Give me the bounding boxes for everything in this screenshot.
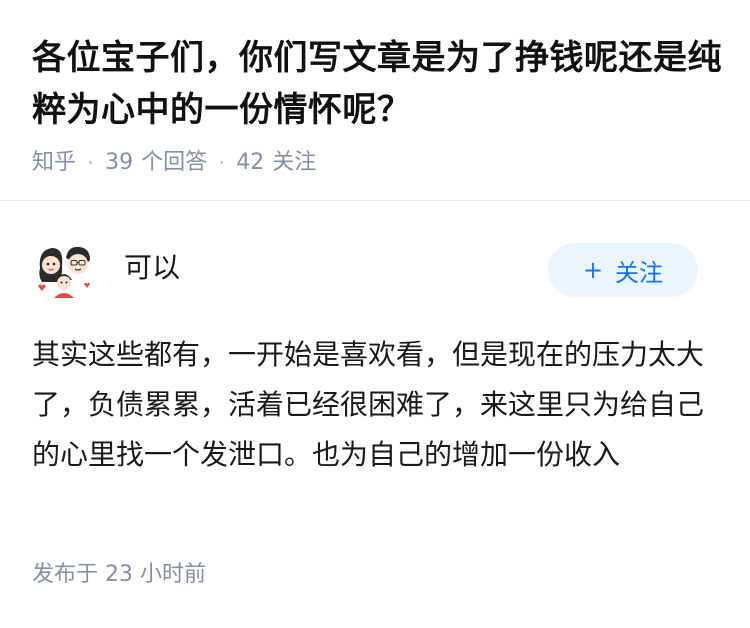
section-divider [0,200,750,201]
plus-icon: + [582,256,604,284]
meta-separator: · [88,153,94,172]
question-meta: 知乎 · 39 个回答 · 42 关注 [32,148,722,178]
answer-count: 39 [105,150,134,175]
avatar[interactable] [32,238,96,302]
question-title[interactable]: 各位宝子们，你们写文章是为了挣钱呢还是纯粹为心中的一份情怀呢？ [32,32,722,136]
source-label[interactable]: 知乎 [32,148,76,178]
cartoon-family-avatar-icon [32,238,96,302]
follow-button-label: 关注 [615,258,664,287]
author-name[interactable]: 可以 [124,248,180,288]
answer-author: 可以 + 关注 [32,238,698,302]
follow-button[interactable]: + 关注 [548,243,698,297]
answer-count-label: 个回答 [141,150,208,175]
follower-count: 42 [236,150,265,175]
publish-prefix: 发布于 [32,562,99,587]
answer-publish-time: 发布于 23 小时前 [32,560,206,590]
follower-count-label: 关注 [272,150,317,175]
meta-separator: · [219,153,225,172]
question-header: 各位宝子们，你们写文章是为了挣钱呢还是纯粹为心中的一份情怀呢？ 知乎 · 39 … [32,32,722,178]
answer-content[interactable]: 其实这些都有，一开始是喜欢看，但是现在的压力太大了，负债累累，活着已经很困难了，… [32,330,718,480]
publish-time: 23 小时前 [105,562,207,587]
